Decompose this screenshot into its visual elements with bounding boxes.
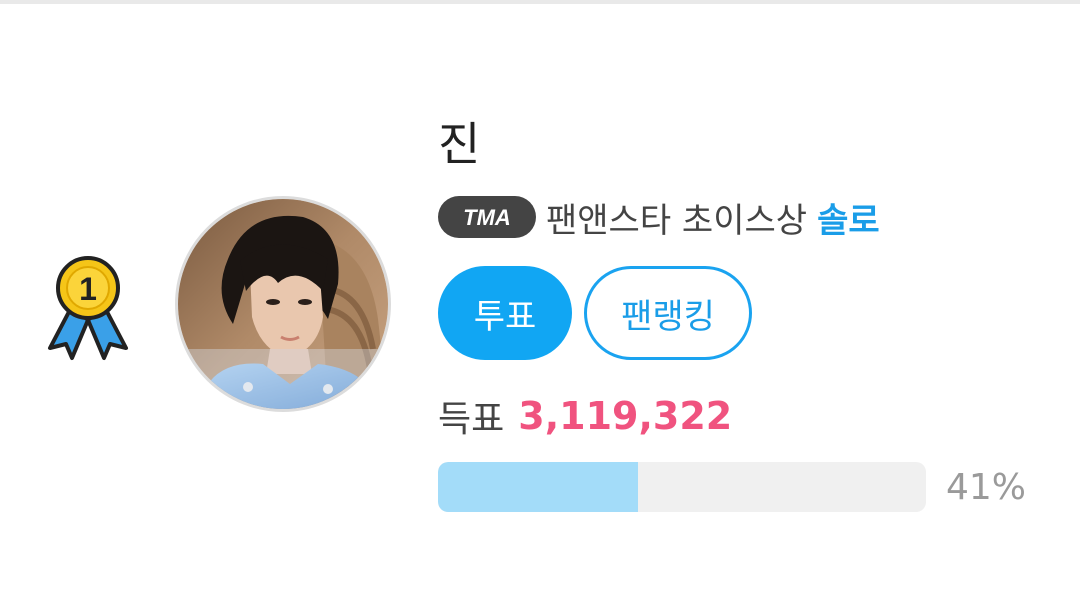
candidate-card: 1 진 TMA 팬앤스타 초이스상 솔로 투표 팬랭킹 득표 3,119,322… (0, 4, 1080, 595)
candidate-name: 진 (438, 117, 481, 171)
vote-share-progress-fill (438, 462, 639, 512)
tma-logo-text: TMA (463, 205, 511, 230)
action-buttons: 투표 팬랭킹 (438, 266, 752, 360)
votes-label: 득표 (438, 399, 505, 440)
tma-logo-badge: TMA (438, 196, 536, 238)
votes-row: 득표 3,119,322 (438, 388, 732, 444)
vote-share-progress-bar (438, 462, 926, 512)
medal-rank-number: 1 (79, 271, 97, 307)
award-row: TMA 팬앤스타 초이스상 솔로 (438, 194, 880, 241)
avatar[interactable] (175, 196, 391, 412)
fan-ranking-button[interactable]: 팬랭킹 (584, 266, 752, 360)
award-category: 솔로 (817, 200, 880, 241)
profile-photo (178, 199, 388, 409)
votes-count: 3,119,322 (518, 394, 733, 438)
vote-share-percent: 41% (946, 467, 1027, 508)
vote-button[interactable]: 투표 (438, 266, 572, 360)
award-name: 팬앤스타 초이스상 (546, 200, 808, 241)
first-place-medal-icon: 1 (42, 254, 134, 362)
